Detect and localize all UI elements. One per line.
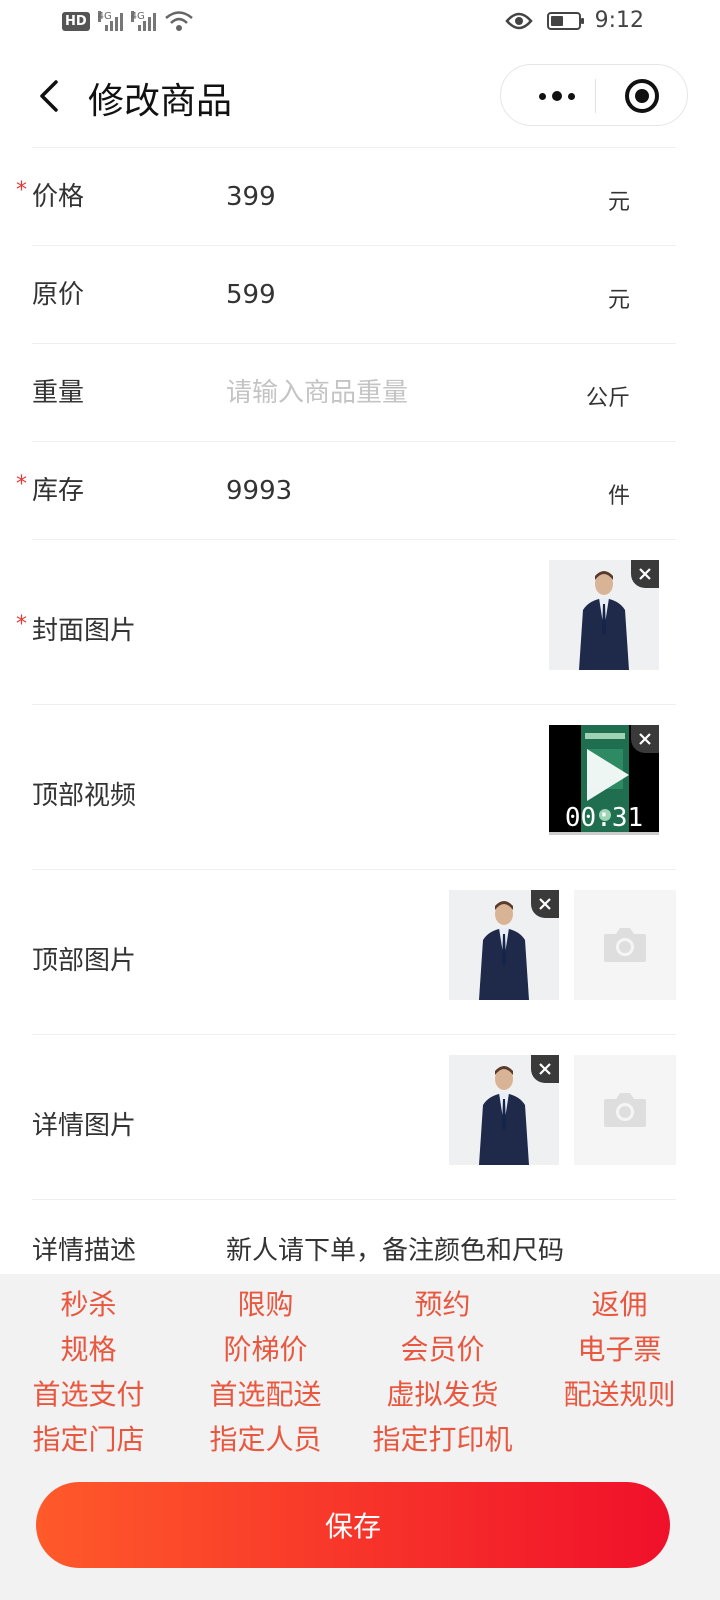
feature-commission[interactable]: 返佣 xyxy=(531,1282,708,1327)
stock-label: 库存 xyxy=(32,476,85,506)
status-right: 9:12 xyxy=(504,8,644,33)
wifi-icon xyxy=(164,11,193,31)
add-detail-image-button[interactable] xyxy=(574,1055,676,1165)
original-price-label: 原价 xyxy=(32,280,85,310)
price-input[interactable] xyxy=(226,182,586,212)
top-video-row: 顶部视频 00:31 xyxy=(32,704,676,869)
camera-icon xyxy=(604,1093,646,1127)
save-button[interactable]: 保存 xyxy=(36,1482,670,1568)
required-mark: * xyxy=(16,178,27,203)
feature-assigned-staff[interactable]: 指定人员 xyxy=(177,1417,354,1462)
battery-icon xyxy=(546,11,584,30)
cover-image-thumbnail[interactable] xyxy=(549,560,659,670)
feature-purchase-limit[interactable]: 限购 xyxy=(177,1282,354,1327)
original-price-input[interactable] xyxy=(226,280,586,310)
capsule-divider xyxy=(595,79,596,113)
stock-unit: 件 xyxy=(607,484,630,509)
feature-assigned-store[interactable]: 指定门店 xyxy=(0,1417,177,1462)
mini-program-capsule xyxy=(500,64,688,126)
price-unit: 元 xyxy=(607,190,630,215)
add-top-image-button[interactable] xyxy=(574,890,676,1000)
description-input[interactable]: 新人请下单，备注颜色和尺码 xyxy=(226,1230,564,1267)
detail-images-label: 详情图片 xyxy=(32,1111,137,1141)
feature-grid: 秒杀 限购 预约 返佣 规格 阶梯价 会员价 电子票 首选支付 首选配送 虚拟发… xyxy=(0,1282,720,1462)
feature-preferred-delivery[interactable]: 首选配送 xyxy=(177,1372,354,1417)
network-type-1: 4G xyxy=(97,11,112,22)
play-icon[interactable] xyxy=(579,745,633,805)
signal-icon-2: 4G xyxy=(130,11,156,31)
detail-image-thumbnail[interactable] xyxy=(449,1055,559,1165)
status-left: HD 4G 4G xyxy=(62,10,194,32)
top-images-row: 顶部图片 xyxy=(32,869,676,1034)
feature-virtual-shipping[interactable]: 虚拟发货 xyxy=(354,1372,531,1417)
close-icon[interactable] xyxy=(631,725,659,753)
page-title: 修改商品 xyxy=(88,81,233,122)
status-bar: HD 4G 4G 9:12 xyxy=(0,0,720,48)
top-image-thumbnail[interactable] xyxy=(449,890,559,1000)
feature-member-price[interactable]: 会员价 xyxy=(354,1327,531,1372)
signal-icon: 4G xyxy=(97,11,123,31)
feature-seckill[interactable]: 秒杀 xyxy=(0,1282,177,1327)
original-price-row: 原价 元 xyxy=(32,245,676,343)
feature-specs[interactable]: 规格 xyxy=(0,1327,177,1372)
required-mark: * xyxy=(16,612,27,637)
detail-images-row: 详情图片 xyxy=(32,1034,676,1199)
weight-row: 重量 公斤 xyxy=(32,343,676,441)
price-label: 价格 xyxy=(32,182,85,212)
feature-reservation[interactable]: 预约 xyxy=(354,1282,531,1327)
top-video-thumbnail[interactable]: 00:31 xyxy=(549,725,659,835)
eye-icon xyxy=(504,12,533,29)
nav-bar: 修改商品 xyxy=(0,56,720,136)
close-icon[interactable] xyxy=(531,890,559,918)
stock-row: * 库存 件 xyxy=(16,441,676,539)
chevron-left-icon[interactable] xyxy=(30,76,70,116)
feature-delivery-rules[interactable]: 配送规则 xyxy=(531,1372,708,1417)
more-dots-icon[interactable] xyxy=(519,65,595,127)
description-label: 详情描述 xyxy=(32,1236,137,1266)
camera-icon xyxy=(604,928,646,962)
weight-label: 重量 xyxy=(32,378,85,408)
top-images-label: 顶部图片 xyxy=(32,946,137,976)
feature-preferred-payment[interactable]: 首选支付 xyxy=(0,1372,177,1417)
target-close-icon[interactable] xyxy=(609,65,675,127)
feature-e-ticket[interactable]: 电子票 xyxy=(531,1327,708,1372)
clock-time: 9:12 xyxy=(594,8,644,33)
network-type-2: 4G xyxy=(130,11,145,22)
original-price-unit: 元 xyxy=(607,288,630,313)
cover-image-label: 封面图片 xyxy=(32,616,137,646)
price-row: * 价格 元 xyxy=(16,147,676,245)
feature-assigned-printer[interactable]: 指定打印机 xyxy=(354,1417,531,1462)
description-row: 详情描述 新人请下单，备注颜色和尺码 xyxy=(32,1199,676,1277)
feature-panel: 秒杀 限购 预约 返佣 规格 阶梯价 会员价 电子票 首选支付 首选配送 虚拟发… xyxy=(0,1274,720,1600)
hd-badge: HD xyxy=(62,11,90,31)
product-form: * 价格 元 原价 元 重量 公斤 * 库存 件 * 封面图片 xyxy=(16,147,676,1277)
close-icon[interactable] xyxy=(531,1055,559,1083)
required-mark: * xyxy=(16,472,27,497)
video-progress-bar xyxy=(549,832,659,835)
cover-image-row: * 封面图片 xyxy=(16,539,676,704)
video-duration: 00:31 xyxy=(564,803,644,833)
weight-unit: 公斤 xyxy=(585,386,630,411)
feature-tiered-price[interactable]: 阶梯价 xyxy=(177,1327,354,1372)
top-video-label: 顶部视频 xyxy=(32,781,137,811)
stock-input[interactable] xyxy=(226,476,586,506)
close-icon[interactable] xyxy=(631,560,659,588)
weight-input[interactable] xyxy=(226,378,586,408)
